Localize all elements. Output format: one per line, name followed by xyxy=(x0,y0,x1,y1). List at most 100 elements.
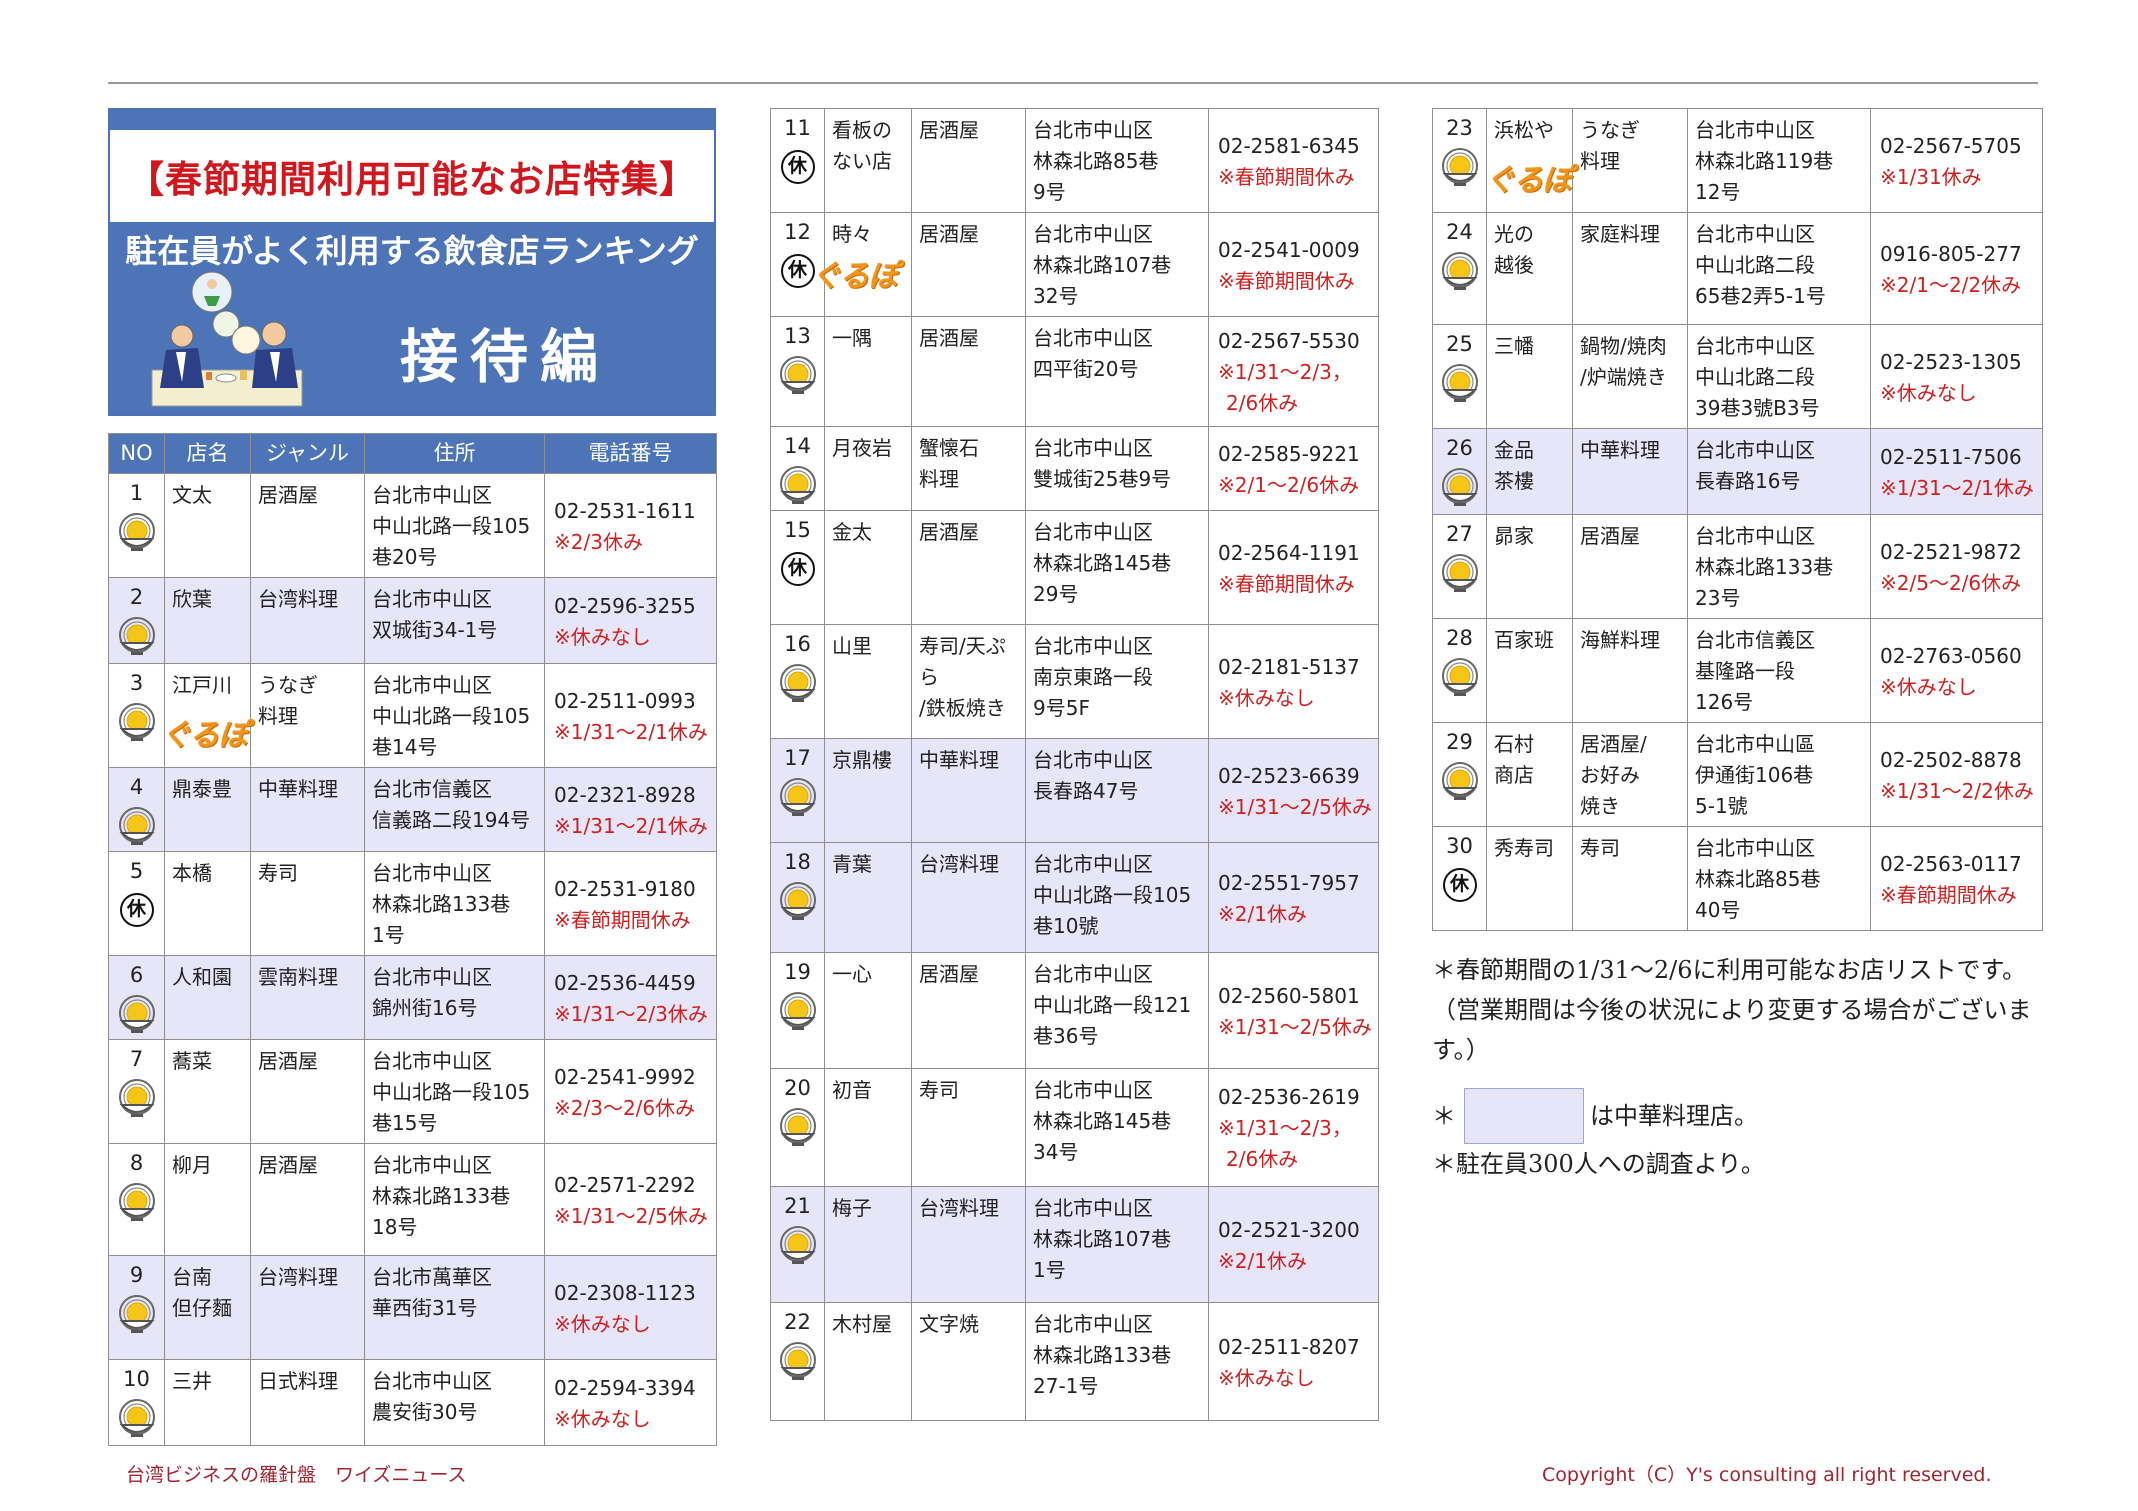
holiday-note: ※休みなし xyxy=(1880,380,1977,405)
phone-number: 02-2511-8207 xyxy=(1218,1334,1360,1359)
restaurant-name-cell: 一隅 xyxy=(824,316,912,427)
address-cell: 台北市中山区 中山北路二段 39巷3號B3号 xyxy=(1687,324,1871,429)
address-line: 9号 xyxy=(1033,180,1066,204)
address-line: 台北市中山区 xyxy=(1695,438,1815,462)
gurunavi-coupon-logo: ぐるぽ xyxy=(1485,163,1572,198)
address-line: 錦州街16号 xyxy=(372,996,478,1020)
banner-special-box: 【春節期間利用可能なお店特集】 xyxy=(110,130,714,222)
ranking-table-2: 11 休看板の ない店 居酒屋 台北市中山区 林森北路85巷 9号 02-2581-6345 ※… xyxy=(770,108,1379,1421)
restaurant-name: 看板の xyxy=(832,118,892,142)
address-line: 林森北路133巷 xyxy=(1695,555,1834,579)
genre-cell: 寿司/天ぷら/鉄板焼き xyxy=(911,624,1026,739)
restaurant-name-cell: 三幡 xyxy=(1486,324,1573,429)
genre-cell: 台湾料理 xyxy=(911,1186,1026,1303)
rank-cell: 4 xyxy=(108,767,165,852)
genre-cell: 台湾料理 xyxy=(911,842,1026,953)
address-line: 65巷2弄5-1号 xyxy=(1695,284,1826,308)
restaurant-name: 欣葉 xyxy=(172,587,212,611)
phone-cell: 02-2531-1611 ※2/3休み xyxy=(544,473,717,578)
bowl-icon xyxy=(779,466,816,504)
rank-cell: 18 xyxy=(770,842,825,953)
phone-cell: 02-2308-1123 ※休みなし xyxy=(544,1255,717,1360)
restaurant-name: 一隅 xyxy=(832,326,872,350)
address-line: 林森北路85巷 xyxy=(1033,149,1159,173)
holiday-note: ※春節期間休み xyxy=(554,907,691,932)
address-line: 126号 xyxy=(1695,690,1754,714)
rank-number: 20 xyxy=(784,1076,811,1100)
bowl-icon xyxy=(118,617,155,655)
genre-text: 鍋物/焼肉 xyxy=(1580,334,1667,358)
address-line: 林森北路133巷 xyxy=(1033,1343,1172,1367)
address-line: 34号 xyxy=(1033,1140,1079,1164)
phone-number: 02-2551-7957 xyxy=(1218,870,1360,895)
rank-cell: 10 xyxy=(108,1359,165,1446)
rank-number: 26 xyxy=(1446,436,1473,460)
restaurant-name-cell: 金太 xyxy=(824,510,912,625)
rank-number: 19 xyxy=(784,960,811,984)
closed-rest-icon: 休 xyxy=(119,893,154,927)
holiday-note: ※1/31〜2/1休み xyxy=(554,813,708,838)
phone-cell: 02-2567-5530 ※1/31〜2/3， 2/6休み xyxy=(1208,316,1379,427)
table-row: 23 ぐるぽ 浜松や うなぎ 料理 台北市中山区 林森北路119巷 12号 02-2567-57… xyxy=(1432,108,2043,213)
genre-cell: 居酒屋 xyxy=(911,108,1026,213)
restaurant-name-cell: 青葉 xyxy=(824,842,912,953)
gurunavi-coupon-logo: ぐるぽ xyxy=(161,718,248,753)
phone-number: 02-2308-1123 xyxy=(554,1280,696,1305)
rank-number: 27 xyxy=(1446,522,1473,546)
note-schedule-change: （営業期間は今後の状況により変更する場合がございます。） xyxy=(1432,996,2032,1064)
address-line: 台北市中山区 xyxy=(1033,852,1153,876)
genre-cell: 居酒屋 xyxy=(911,510,1026,625)
closed-rest-icon: 休 xyxy=(1442,868,1477,902)
genre-cell: 居酒屋 xyxy=(911,212,1026,317)
rank-cell: 12 休ぐるぽ xyxy=(770,212,898,317)
rank-number: 1 xyxy=(129,481,144,505)
table-row: 24 光の 越後 家庭料理 台北市中山区 中山北路二段 65巷2弄5-1号 0916-805-… xyxy=(1432,212,2043,325)
table-row: 9 台南 但仔麵 台湾料理 台北市萬華区 華西街31号 02-2308-1123 ※休みなし xyxy=(108,1255,717,1360)
phone-number: 02-2567-5705 xyxy=(1880,133,2022,158)
bowl-icon xyxy=(118,995,155,1033)
holiday-note: 2/6休み xyxy=(1226,391,1299,415)
address-line: 中山北路一段105 xyxy=(372,704,531,728)
rank-cell: 8 xyxy=(108,1143,165,1256)
rank-number: 24 xyxy=(1446,220,1473,244)
address-cell: 台北市中山区 中山北路一段121 巷36号 xyxy=(1025,952,1209,1069)
restaurant-name-cell: 山里 xyxy=(824,624,912,739)
address-line: 中山北路一段121 xyxy=(1033,993,1192,1017)
rank-number: 12 xyxy=(784,220,811,244)
holiday-note: ※1/31〜2/3， xyxy=(1218,1116,1352,1140)
holiday-note: ※1/31〜2/2休み xyxy=(1880,778,2034,803)
closed-rest-icon: 休 xyxy=(780,150,815,184)
holiday-note: ※1/31〜2/1休み xyxy=(554,719,708,744)
rank-cell: 1 xyxy=(108,473,165,578)
restaurant-name: 江戸川 xyxy=(172,673,232,697)
genre-text: 居酒屋 xyxy=(258,483,318,507)
phone-number: 02-2581-6345 xyxy=(1218,133,1360,158)
genre-text: 寿司/天ぷ xyxy=(919,634,1006,658)
phone-number: 02-2521-3200 xyxy=(1218,1217,1360,1242)
holiday-note: ※1/31〜2/5休み xyxy=(1218,794,1372,819)
genre-text: 居酒屋 xyxy=(919,962,979,986)
table-row: 5 休本橋 寿司 台北市中山区 林森北路133巷 1号 02-2531-9180 ※春節期間休… xyxy=(108,851,717,956)
restaurant-name: 京鼎樓 xyxy=(832,748,892,772)
genre-text: うなぎ xyxy=(258,673,318,697)
genre-cell: 家庭料理 xyxy=(1572,212,1688,325)
address-line: 台北市中山区 xyxy=(372,587,492,611)
table-row: 10 三井 日式料理 台北市中山区 農安街30号 02-2594-3394 ※休みなし xyxy=(108,1359,717,1446)
bowl-icon xyxy=(779,778,816,816)
address-line: 32号 xyxy=(1033,284,1079,308)
restaurant-name: ない店 xyxy=(832,149,892,173)
address-line: 23号 xyxy=(1695,586,1741,610)
legend-row: ＊ は中華料理店。 xyxy=(1432,1088,2042,1144)
rank-number: 23 xyxy=(1446,116,1473,140)
phone-cell: 02-2511-8207 ※休みなし xyxy=(1208,1302,1379,1421)
rank-number: 3 xyxy=(129,671,144,695)
address-line: 中山北路一段105 xyxy=(372,514,531,538)
phone-cell: 02-2560-5801 ※1/31〜2/5休み xyxy=(1208,952,1379,1069)
address-line: 台北市信義区 xyxy=(1695,628,1815,652)
address-line: 台北市中山区 xyxy=(1033,1196,1153,1220)
rank-cell: 29 xyxy=(1432,722,1487,827)
holiday-note: ※春節期間休み xyxy=(1218,164,1355,189)
address-cell: 台北市中山区 中山北路一段105 巷15号 xyxy=(364,1039,545,1144)
address-line: 台北市中山區 xyxy=(1695,732,1815,756)
genre-cell: 台湾料理 xyxy=(250,577,365,664)
